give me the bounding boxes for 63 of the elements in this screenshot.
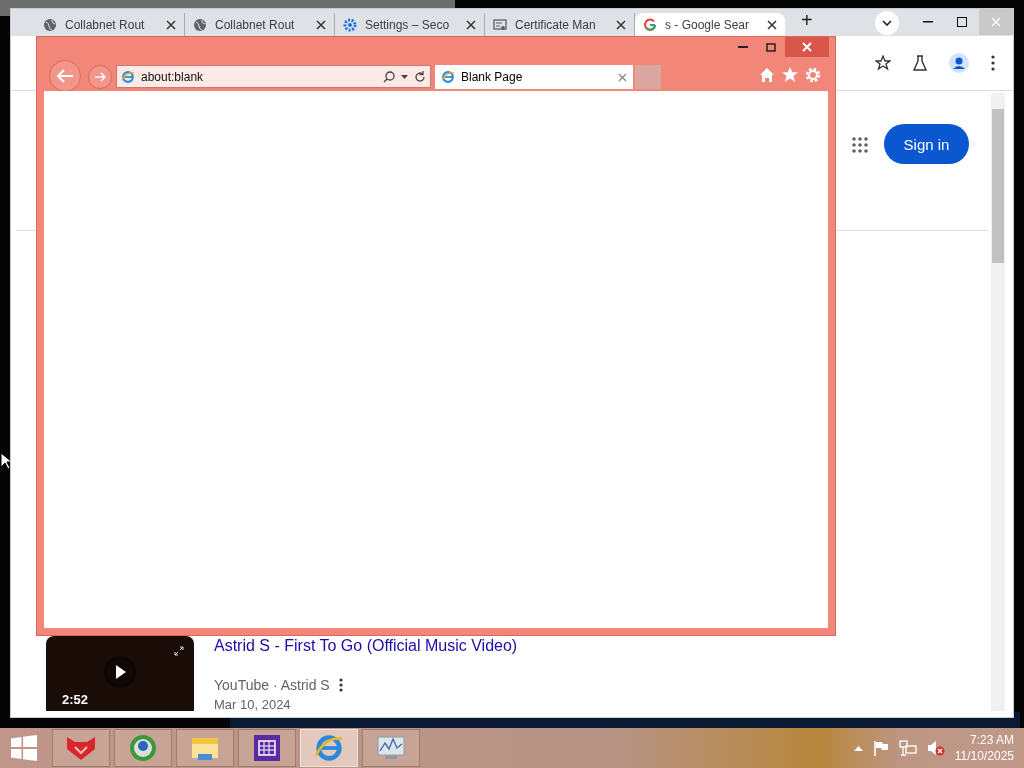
minimize-icon xyxy=(738,46,748,48)
close-icon xyxy=(802,42,812,52)
result-title-link[interactable]: Astrid S - First To Go (Official Music Video) xyxy=(214,637,518,655)
google-icon xyxy=(643,17,657,32)
gear-icon xyxy=(343,17,357,32)
flask-icon[interactable] xyxy=(913,55,927,71)
address-bar[interactable]: about:blank xyxy=(116,65,431,88)
arrow-right-icon xyxy=(94,72,106,82)
refresh-icon[interactable] xyxy=(414,70,426,83)
result-date: Mar 10, 2024 xyxy=(214,697,291,712)
forward-button[interactable] xyxy=(88,65,112,89)
tab-search-button[interactable] xyxy=(875,11,899,35)
chevron-down-icon xyxy=(882,20,892,26)
apps-grid-icon[interactable] xyxy=(852,137,868,153)
video-duration: 2:52 xyxy=(62,692,89,707)
more-options-icon[interactable] xyxy=(339,677,343,693)
scrollbar[interactable] xyxy=(991,93,1005,711)
close-button[interactable] xyxy=(785,37,829,57)
star-icon[interactable] xyxy=(875,55,891,71)
monitor-chart-icon xyxy=(375,734,407,762)
clock-date: 11/10/2025 xyxy=(954,748,1014,764)
maximize-icon xyxy=(957,17,967,27)
taskbar-app-button[interactable] xyxy=(238,729,296,767)
taskbar-app-button[interactable] xyxy=(362,729,420,767)
menu-icon[interactable] xyxy=(991,55,995,71)
arrow-left-icon xyxy=(56,69,74,83)
network-icon[interactable] xyxy=(898,740,917,756)
home-icon[interactable] xyxy=(759,67,775,83)
search-icon[interactable] xyxy=(383,70,395,83)
browser-tab[interactable]: s - Google Sear xyxy=(635,13,785,36)
star-icon[interactable] xyxy=(782,67,798,83)
settings-icon[interactable] xyxy=(805,67,821,83)
close-icon[interactable] xyxy=(767,19,777,30)
sign-in-button[interactable]: Sign in xyxy=(884,124,969,164)
certificate-icon xyxy=(493,17,507,32)
minimize-icon xyxy=(923,21,933,23)
maximize-icon xyxy=(766,42,776,52)
taskbar-app-button[interactable] xyxy=(114,729,172,767)
result-source: YouTube · Astrid S xyxy=(214,677,330,693)
profile-icon[interactable] xyxy=(949,53,969,73)
video-thumbnail-placeholder[interactable]: 2:52 xyxy=(46,636,194,711)
ie-icon xyxy=(121,69,135,84)
ie-icon xyxy=(441,70,455,84)
speaker-muted-icon[interactable] xyxy=(926,740,945,756)
back-button[interactable] xyxy=(49,60,81,92)
caret-up-icon[interactable] xyxy=(853,745,863,751)
taskbar-app-button[interactable] xyxy=(176,729,234,767)
ie-icon xyxy=(314,733,344,763)
close-icon[interactable] xyxy=(166,19,176,30)
close-icon[interactable] xyxy=(316,19,326,30)
calendar-icon xyxy=(253,734,281,762)
clock-time: 7:23 AM xyxy=(969,732,1014,748)
close-icon[interactable] xyxy=(616,19,626,30)
new-tab-button[interactable]: + xyxy=(795,8,819,33)
play-icon[interactable] xyxy=(104,656,136,688)
expand-icon[interactable] xyxy=(174,646,184,656)
close-icon[interactable] xyxy=(466,19,476,30)
fox-shield-icon xyxy=(65,735,97,761)
flag-icon[interactable] xyxy=(872,740,889,756)
dropdown-caret-icon[interactable] xyxy=(401,74,408,79)
browser-tab[interactable]: Blank Page xyxy=(435,65,633,89)
close-icon xyxy=(991,17,1001,27)
windows-logo-icon xyxy=(11,735,37,761)
